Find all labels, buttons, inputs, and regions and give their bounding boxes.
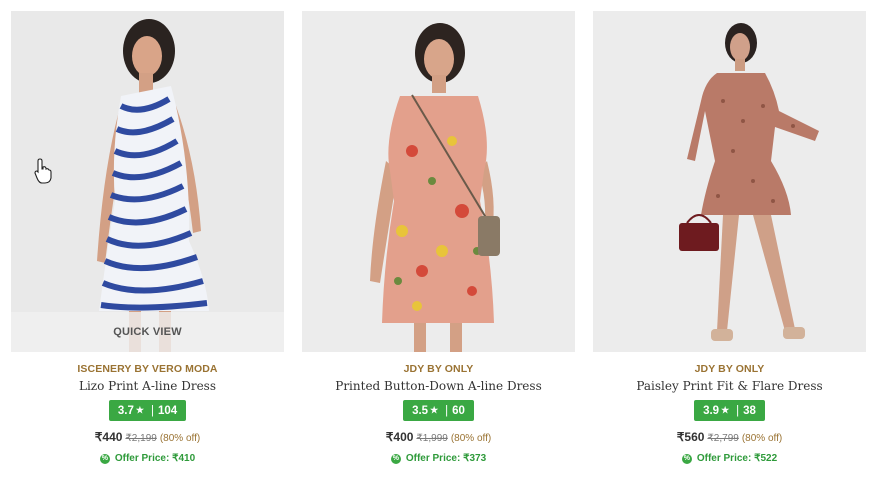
product-brand: JDY BY ONLY	[403, 363, 474, 375]
discount-percent: (80% off)	[159, 433, 201, 444]
offer-price: % Offer Price: ₹410	[99, 453, 196, 464]
review-count: 104	[157, 404, 178, 417]
product-brand: JDY BY ONLY	[694, 363, 765, 375]
discount-percent: (80% off)	[741, 433, 783, 444]
offer-price-label: Offer Price: ₹410	[114, 453, 196, 464]
rating-separator: |	[445, 404, 449, 417]
product-card[interactable]: QUICK VIEW ISCENERY BY VERO MODA Lizo Pr…	[11, 11, 284, 464]
rating-badge: 3.7 ★ | 104	[108, 400, 187, 421]
discount-percent: (80% off)	[450, 433, 492, 444]
selling-price: ₹440	[94, 430, 123, 444]
product-image[interactable]	[302, 11, 575, 352]
selling-price: ₹400	[385, 430, 414, 444]
rating-separator: |	[736, 404, 740, 417]
hand-cursor-icon	[34, 158, 52, 184]
product-name[interactable]: Printed Button-Down A-line Dress	[335, 379, 541, 393]
rating-value: 3.9	[703, 404, 720, 417]
offer-price: % Offer Price: ₹522	[681, 453, 778, 464]
offer-price: % Offer Price: ₹373	[390, 453, 487, 464]
product-card[interactable]: JDY BY ONLY Paisley Print Fit & Flare Dr…	[593, 11, 866, 464]
offer-percent-icon: %	[681, 453, 692, 464]
product-brand: ISCENERY BY VERO MODA	[77, 363, 218, 375]
model-photo	[370, 23, 500, 352]
price-line: ₹400 ₹1,999 (80% off)	[386, 430, 491, 444]
product-card[interactable]: JDY BY ONLY Printed Button-Down A-line D…	[302, 11, 575, 464]
star-icon: ★	[135, 405, 144, 415]
selling-price: ₹560	[676, 430, 705, 444]
offer-percent-icon: %	[390, 453, 401, 464]
price-line: ₹560 ₹2,799 (80% off)	[677, 430, 782, 444]
product-grid: QUICK VIEW ISCENERY BY VERO MODA Lizo Pr…	[11, 11, 866, 464]
offer-price-label: Offer Price: ₹522	[696, 453, 778, 464]
rating-separator: |	[150, 404, 154, 417]
rating-badge: 3.5 ★ | 60	[403, 400, 474, 421]
rating-badge: 3.9 ★ | 38	[694, 400, 765, 421]
review-count: 38	[743, 404, 756, 417]
model-photo	[679, 23, 819, 341]
mrp-price: ₹1,999	[416, 433, 448, 444]
star-icon: ★	[721, 405, 730, 415]
review-count: 60	[452, 404, 465, 417]
product-name[interactable]: Paisley Print Fit & Flare Dress	[636, 379, 822, 393]
quick-view-button[interactable]: QUICK VIEW	[11, 312, 284, 352]
star-icon: ★	[430, 405, 439, 415]
offer-price-label: Offer Price: ₹373	[405, 453, 487, 464]
product-name[interactable]: Lizo Print A-line Dress	[79, 379, 216, 393]
mrp-price: ₹2,199	[125, 433, 157, 444]
rating-value: 3.5	[412, 404, 429, 417]
offer-percent-icon: %	[99, 453, 110, 464]
mrp-price: ₹2,799	[707, 433, 739, 444]
rating-value: 3.7	[117, 404, 134, 417]
product-image[interactable]	[593, 11, 866, 352]
price-line: ₹440 ₹2,199 (80% off)	[95, 430, 200, 444]
